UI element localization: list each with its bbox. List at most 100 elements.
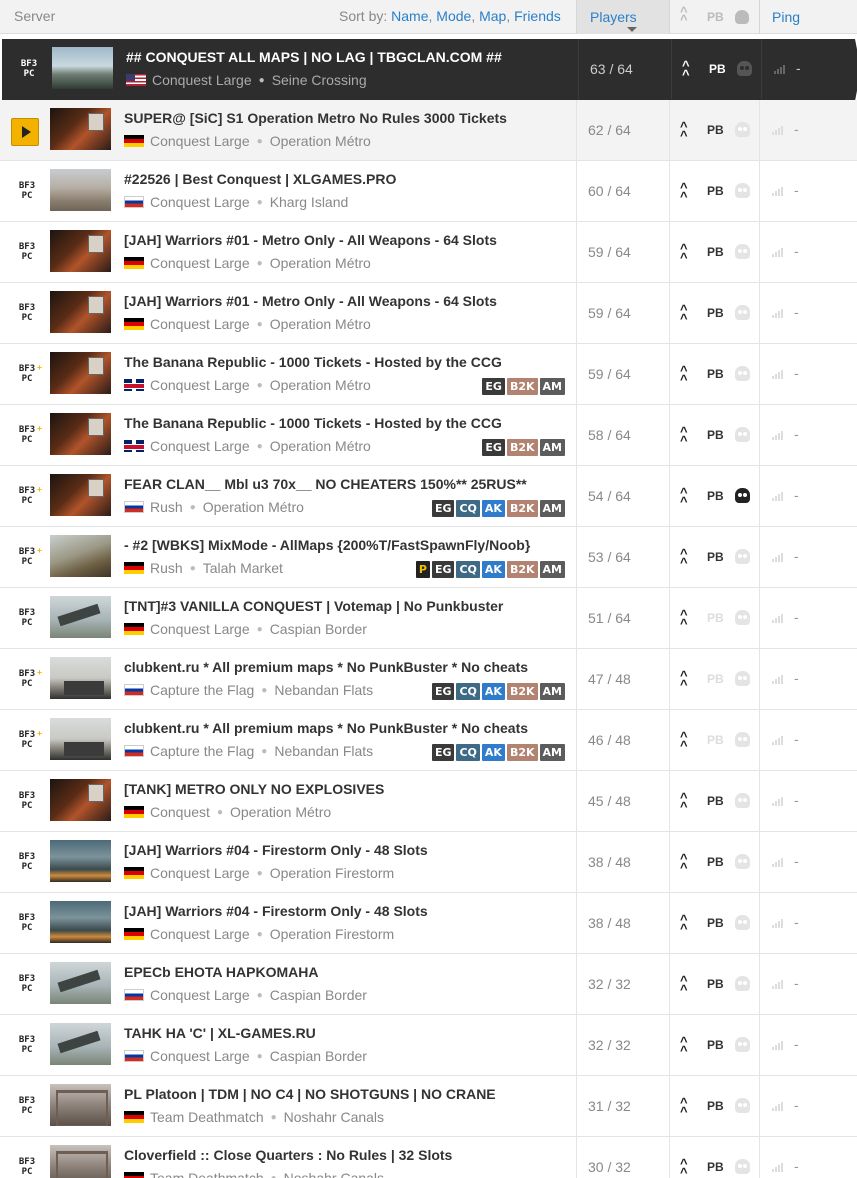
server-meta: Capture the Flag ● Nebandan Flats — [124, 743, 373, 759]
punkbuster-icon: PB — [707, 1038, 724, 1052]
rank-icon: ^ ^ — [680, 180, 688, 204]
server-meta: Conquest Large ● Operation Métro — [124, 316, 371, 332]
game-mode: Conquest Large — [150, 194, 250, 210]
server-column-header[interactable]: Server — [14, 8, 55, 24]
hardcore-skull-icon — [735, 488, 750, 503]
expansion-tag: B2K — [506, 683, 538, 700]
sort-map-link[interactable]: Map — [479, 8, 506, 24]
country-flag-icon — [124, 1111, 144, 1123]
ping-value: - — [794, 1158, 799, 1174]
expansion-tag: B2K — [506, 439, 538, 456]
ping-bars-icon — [772, 796, 786, 806]
punkbuster-icon: PB — [707, 123, 724, 137]
server-name: [TANK] METRO ONLY NO EXPLOSIVES — [124, 781, 385, 797]
server-row[interactable]: BF3 PC TAHK HA 'C' | XL-GAMES.RU Conquest… — [0, 1015, 857, 1076]
country-flag-icon — [124, 928, 144, 940]
rank-icon: ^ ^ — [682, 58, 690, 82]
ping-bars-icon — [772, 1162, 786, 1172]
server-row[interactable]: BF3 PC [JAH] Warriors #01 - Metro Only - … — [0, 283, 857, 344]
game-mode: Team Deathmatch — [150, 1170, 264, 1178]
players-column-header[interactable]: Players — [576, 0, 670, 34]
game-mode: Conquest Large — [150, 621, 250, 637]
expansion-tag: P — [415, 561, 430, 578]
server-meta: Conquest Large ● Operation Firestorm — [124, 865, 394, 881]
ping-value: - — [794, 548, 799, 564]
hardcore-skull-icon — [737, 61, 752, 76]
map-name: Operation Métro — [229, 804, 332, 820]
server-row[interactable]: BF3 PC #22526 | Best Conquest | XLGAMES.P… — [0, 161, 857, 222]
country-flag-icon — [124, 562, 144, 574]
map-name: Noshahr Canals — [283, 1109, 385, 1125]
expansion-tag: AM — [539, 500, 565, 517]
map-name: Talah Market — [202, 560, 283, 576]
server-row[interactable]: SUPER@ [SiC] S1 Operation Metro No Rules… — [0, 100, 857, 161]
server-row[interactable]: BF3 PC Cloverfield :: Close Quarters : No… — [0, 1137, 857, 1178]
map-thumbnail — [50, 718, 111, 760]
map-name: Nebandan Flats — [274, 682, 374, 698]
bf3-pc-badge-icon: BF3 PC — [18, 181, 36, 201]
game-mode: Conquest Large — [150, 438, 250, 454]
server-row[interactable]: BF3 PC [JAH] Warriors #04 - Firestorm Onl… — [0, 832, 857, 893]
server-name: [JAH] Warriors #04 - Firestorm Only - 48… — [124, 842, 428, 858]
expansion-tag: CQ — [456, 683, 480, 700]
map-name: Operation Métro — [269, 255, 371, 271]
hardcore-skull-icon — [735, 732, 750, 747]
game-mode: Capture the Flag — [150, 743, 255, 759]
ping-bars-icon — [772, 430, 786, 440]
sort-desc-icon — [627, 27, 637, 32]
server-row[interactable]: BF3 PC + clubkent.ru * All premium maps *… — [0, 649, 857, 710]
server-row[interactable]: BF3 PC EPECb EHOTA HAPKOMAHA Conquest Lar… — [0, 954, 857, 1015]
player-count: 53 / 64 — [588, 549, 631, 565]
map-name: Operation Firestorm — [269, 926, 395, 942]
sort-friends-link[interactable]: Friends — [514, 8, 561, 24]
server-row[interactable]: BF3 PC + - #2 [WBKS] MixMode - AllMaps {2… — [0, 527, 857, 588]
ping-column-header[interactable]: Ping — [772, 9, 800, 25]
server-row[interactable]: BF3 PC [TANK] METRO ONLY NO EXPLOSIVES Co… — [0, 771, 857, 832]
player-count: 45 / 48 — [588, 793, 631, 809]
bf3-pc-badge-icon: BF3 PC — [18, 974, 36, 994]
bf3-pc-badge-icon: BF3 PC — [18, 608, 36, 628]
server-row[interactable]: BF3 PC + FEAR CLAN__ Mbl u3 70x__ NO CHEA… — [0, 466, 857, 527]
play-button[interactable] — [11, 118, 39, 146]
server-meta: Conquest Large ● Seine Crossing — [126, 72, 367, 88]
server-row[interactable]: BF3 PC ## CONQUEST ALL MAPS | NO LAG | TB… — [2, 39, 857, 101]
expansion-tags: EG CQ AK B2K AM — [431, 500, 565, 517]
rank-column-icon[interactable]: ^ ^ — [680, 5, 688, 26]
expansion-tag: AK — [481, 500, 505, 517]
player-count: 31 / 32 — [588, 1098, 631, 1114]
bf3-pc-badge-icon: BF3 PC — [18, 242, 36, 262]
hardcore-column-icon[interactable] — [735, 10, 749, 24]
pb-column-icon[interactable]: PB — [707, 10, 724, 24]
map-thumbnail — [50, 596, 111, 638]
server-row[interactable]: BF3 PC [JAH] Warriors #01 - Metro Only - … — [0, 222, 857, 283]
map-thumbnail — [50, 413, 111, 455]
game-mode: Rush — [150, 499, 183, 515]
game-mode: Conquest Large — [152, 72, 252, 88]
server-name: The Banana Republic - 1000 Tickets - Hos… — [124, 415, 502, 431]
rank-icon: ^ ^ — [680, 424, 688, 448]
rank-icon: ^ ^ — [680, 607, 688, 631]
server-row[interactable]: BF3 PC [TNT]#3 VANILLA CONQUEST | Votemap… — [0, 588, 857, 649]
server-name: PL Platoon | TDM | NO C4 | NO SHOTGUNS |… — [124, 1086, 496, 1102]
server-row[interactable]: BF3 PC [JAH] Warriors #04 - Firestorm Onl… — [0, 893, 857, 954]
map-name: Operation Métro — [269, 316, 371, 332]
sort-mode-link[interactable]: Mode — [436, 8, 471, 24]
map-thumbnail — [52, 47, 113, 89]
server-meta: Conquest Large ● Caspian Border — [124, 621, 367, 637]
server-name: [JAH] Warriors #01 - Metro Only - All We… — [124, 293, 497, 309]
sort-name-link[interactable]: Name — [391, 8, 428, 24]
server-row[interactable]: BF3 PC PL Platoon | TDM | NO C4 | NO SHOT… — [0, 1076, 857, 1137]
country-flag-icon — [126, 74, 146, 86]
punkbuster-icon: PB — [709, 62, 726, 76]
ping-value: - — [794, 1036, 799, 1052]
server-row[interactable]: BF3 PC + The Banana Republic - 1000 Ticke… — [0, 344, 857, 405]
expansion-tag: AK — [481, 561, 505, 578]
punkbuster-icon: PB — [707, 184, 724, 198]
map-name: Caspian Border — [269, 987, 367, 1003]
hardcore-skull-icon — [735, 1037, 750, 1052]
punkbuster-icon: PB — [707, 1160, 724, 1174]
server-row[interactable]: BF3 PC + clubkent.ru * All premium maps *… — [0, 710, 857, 771]
punkbuster-icon: PB — [707, 245, 724, 259]
server-row[interactable]: BF3 PC + The Banana Republic - 1000 Ticke… — [0, 405, 857, 466]
map-thumbnail — [50, 108, 111, 150]
